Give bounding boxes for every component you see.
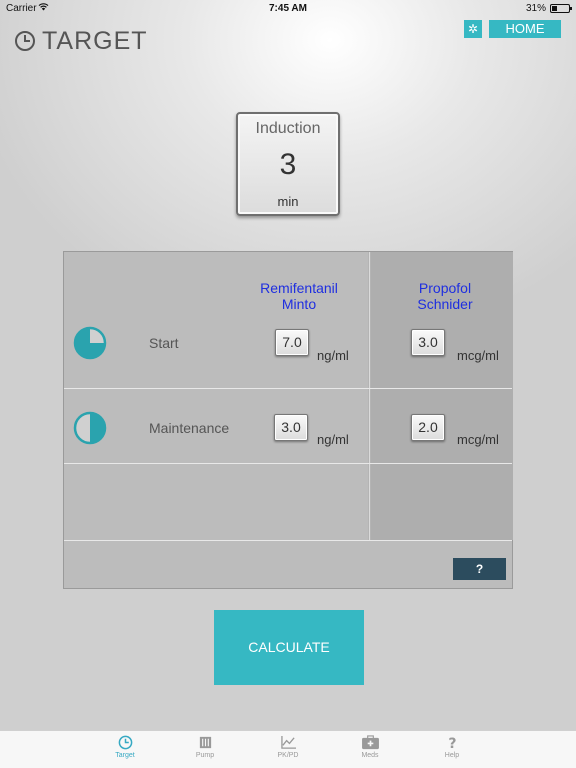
pump-icon [199,736,211,749]
chart-icon [280,735,296,749]
row-divider [64,463,512,464]
help-button[interactable]: ? [453,558,506,580]
medkit-icon [361,735,379,750]
induction-value: 3 [279,148,297,181]
clock-icon [118,735,132,750]
pie-half-icon [73,411,107,445]
remifentanil-maintenance-dose[interactable]: 3.0 [274,414,308,441]
induction-selector[interactable]: Induction 3 min [236,112,340,216]
tab-help[interactable]: ? Help [422,735,482,759]
tab-pkpd[interactable]: PK/PD [258,735,318,759]
row-divider [64,388,512,389]
dose-table: Remifentanil Minto Propofol Schnider Sta… [63,251,513,589]
drug-model-line: Schnider [417,296,473,312]
row-label-start: Start [149,335,179,351]
row-label-maintenance: Maintenance [149,420,230,436]
propofol-maintenance-unit: mcg/ml [457,432,499,447]
row-divider [64,540,512,541]
status-bar: Carrier 7:45 AM 31% [0,0,576,18]
home-button[interactable]: HOME [489,20,561,38]
drug-name-line: Propofol [418,280,472,296]
tab-label: PK/PD [277,752,299,759]
calculate-button[interactable]: CALCULATE [214,610,364,685]
propofol-start-unit: mcg/ml [457,348,499,363]
tab-meds[interactable]: Meds [340,735,400,759]
remifentanil-maintenance-unit: ng/ml [317,432,349,447]
drug-model-line: Minto [281,296,317,312]
drug-name-line: Remifentanil [260,280,338,296]
status-time: 7:45 AM [269,3,307,14]
app-title-text: TARGET [42,26,148,55]
propofol-start-dose[interactable]: 3.0 [411,329,445,356]
tab-bar: Target Pump PK/PD Meds ? Help [0,730,576,768]
induction-unit: min [277,194,299,209]
propofol-maintenance-dose[interactable]: 2.0 [411,414,445,441]
tab-label: Meds [361,752,379,759]
remifentanil-start-dose[interactable]: 7.0 [275,329,309,356]
column-divider [368,252,371,540]
tab-label: Pump [195,752,215,759]
drug-header-propofol: Propofol Schnider [390,280,500,312]
app-title: TARGET [14,26,148,55]
tab-label: Target [115,752,135,759]
tab-target[interactable]: Target [95,735,155,759]
drug-header-remifentanil: Remifentanil Minto [244,280,354,312]
battery-icon [550,4,572,13]
pie-three-quarter-icon [73,326,107,360]
question-icon: ? [448,736,456,750]
tab-pump[interactable]: Pump [175,735,235,759]
settings-button[interactable]: ✲ [464,20,482,38]
svg-text:?: ? [448,736,456,750]
clock-icon [15,31,35,51]
induction-label: Induction [255,120,321,137]
tab-label: Help [444,752,460,759]
battery-percent: 31% [525,3,546,14]
remifentanil-start-unit: ng/ml [317,348,349,363]
